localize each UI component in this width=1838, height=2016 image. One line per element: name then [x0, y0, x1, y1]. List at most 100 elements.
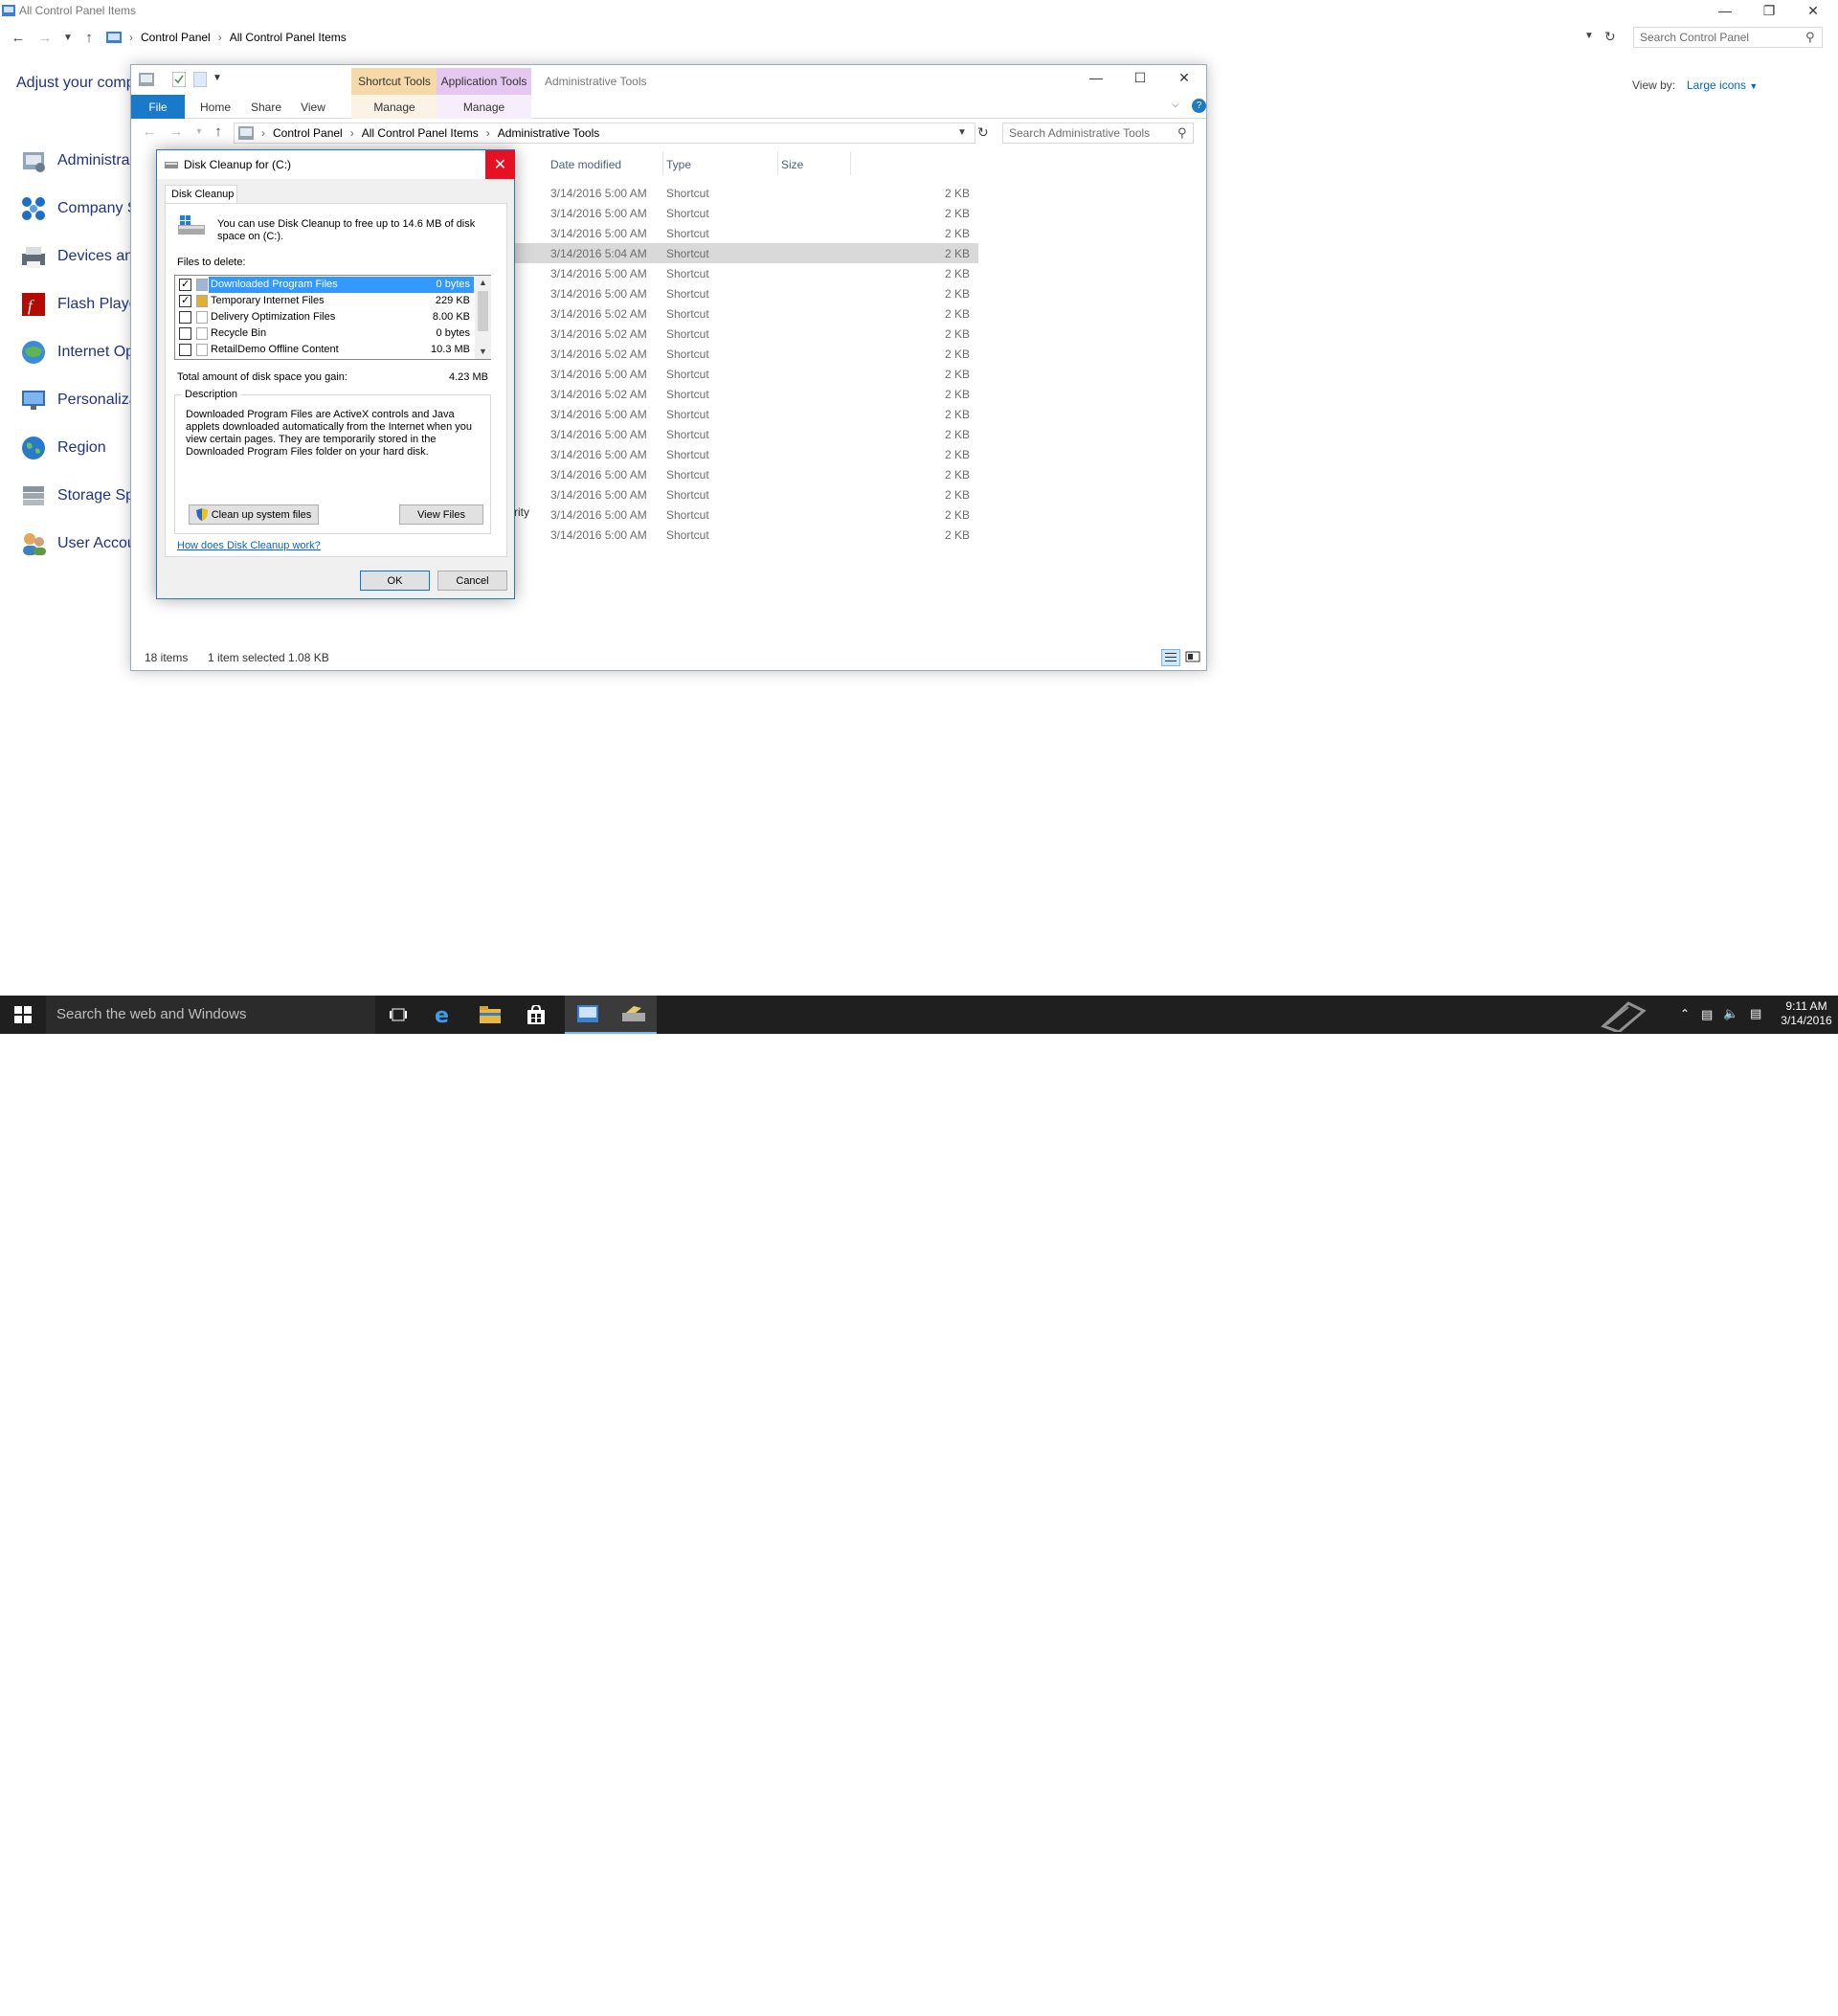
address-dropdown-icon[interactable]: ▼ — [1584, 31, 1594, 41]
cp-item-flash-player[interactable]: f Flash Playe — [19, 285, 138, 324]
taskbar-edge-button[interactable]: e — [421, 996, 467, 1034]
tab-view[interactable]: View — [290, 95, 336, 119]
close-button[interactable]: ✕ — [1162, 67, 1206, 88]
maximize-button[interactable]: ☐ — [1118, 67, 1162, 88]
file-type-checkbox[interactable] — [179, 327, 191, 340]
cp-item-user-accounts[interactable]: User Accou — [19, 525, 136, 563]
file-row[interactable]: 3/14/2016 5:02 AM Shortcut 2 KB — [514, 324, 978, 344]
context-tab-application-tools[interactable]: Application Tools — [437, 68, 531, 95]
cp-item-devices[interactable]: Devices an — [19, 237, 133, 276]
file-row[interactable]: 3/14/2016 5:00 AM Shortcut 2 KB — [514, 203, 978, 223]
file-type-checkbox[interactable] — [179, 278, 191, 291]
details-view-icon[interactable] — [1161, 649, 1180, 666]
file-type-checkbox[interactable] — [179, 344, 191, 356]
up-arrow-icon[interactable]: ↑ — [210, 123, 227, 140]
address-bar[interactable]: › Control Panel › All Control Panel Item… — [234, 123, 975, 144]
file-type-item[interactable]: Recycle Bin 0 bytes — [176, 325, 474, 342]
context-tab-shortcut-tools[interactable]: Shortcut Tools — [351, 68, 437, 95]
breadcrumb-all-items[interactable]: All Control Panel Items — [362, 126, 479, 140]
file-type-item[interactable]: Temporary Internet Files 229 KB — [176, 293, 474, 309]
restore-button[interactable]: ❐ — [1747, 0, 1791, 21]
taskbar-search-box[interactable]: Search the web and Windows — [46, 996, 375, 1034]
file-row[interactable]: 3/14/2016 5:00 AM Shortcut 2 KB — [514, 404, 978, 424]
file-row[interactable]: 3/14/2016 5:00 AM Shortcut 2 KB — [514, 183, 978, 203]
column-header-size[interactable]: Size — [781, 158, 803, 171]
file-row[interactable]: 3/14/2016 5:00 AM Shortcut 2 KB — [514, 263, 978, 283]
help-icon[interactable]: ? — [1192, 99, 1206, 113]
control-panel-search-input[interactable]: Search Control Panel — [1633, 27, 1823, 48]
cp-item-storage-spaces[interactable]: Storage Sp — [19, 477, 134, 515]
tab-manage-shortcut[interactable]: Manage — [351, 95, 437, 119]
tray-clock[interactable]: 9:11 AM 3/14/2016 — [1779, 999, 1834, 1028]
view-files-button[interactable]: View Files — [399, 504, 483, 525]
cp-item-personalization[interactable]: Personaliza — [19, 381, 138, 419]
recent-dropdown-icon[interactable]: ▼ — [59, 29, 77, 46]
scroll-up-arrow-icon[interactable]: ▲ — [479, 278, 487, 287]
minimize-button[interactable]: — — [1703, 0, 1747, 21]
view-by-dropdown[interactable]: Large icons ▼ — [1687, 78, 1758, 92]
scrollbar-thumb[interactable] — [478, 291, 488, 331]
file-type-item[interactable]: Delivery Optimization Files 8.00 KB — [176, 309, 474, 325]
chevron-down-icon[interactable]: ⌵ — [1172, 100, 1179, 110]
properties-icon[interactable] — [172, 72, 186, 87]
taskbar-file-explorer-button[interactable] — [467, 996, 513, 1034]
scroll-down-arrow-icon[interactable]: ▼ — [479, 347, 487, 356]
cp-item-internet-options[interactable]: Internet Op — [19, 333, 134, 371]
column-header-date-modified[interactable]: Date modified — [550, 158, 621, 171]
back-arrow-icon[interactable]: ← — [141, 123, 158, 140]
file-type-item[interactable]: RetailDemo Offline Content 10.3 MB — [176, 342, 474, 358]
file-row[interactable]: 3/14/2016 5:00 AM Shortcut 2 KB — [514, 525, 978, 545]
file-row[interactable]: 3/14/2016 5:04 AM Shortcut 2 KB — [514, 243, 978, 263]
close-button[interactable]: ✕ — [1791, 0, 1835, 21]
taskbar-disk-cleanup-button[interactable] — [611, 996, 657, 1034]
tab-home[interactable]: Home — [189, 95, 242, 119]
refresh-icon[interactable]: ↻ — [977, 124, 989, 141]
tab-disk-cleanup[interactable]: Disk Cleanup — [165, 185, 237, 204]
file-row[interactable]: 3/14/2016 5:02 AM Shortcut 2 KB — [514, 303, 978, 324]
file-row[interactable]: 3/14/2016 5:02 AM Shortcut 2 KB — [514, 384, 978, 404]
clean-up-system-files-button[interactable]: Clean up system files — [189, 504, 319, 525]
cp-item-company[interactable]: Company S — [19, 190, 138, 228]
large-icons-view-icon[interactable] — [1184, 649, 1201, 666]
action-center-icon[interactable]: ▤ — [1750, 1006, 1761, 1021]
task-view-button[interactable] — [375, 996, 421, 1034]
file-type-item[interactable]: Downloaded Program Files 0 bytes — [176, 277, 474, 293]
file-row[interactable]: 3/14/2016 5:00 AM Shortcut 2 KB — [514, 504, 978, 525]
cancel-button[interactable]: Cancel — [437, 571, 507, 591]
column-header-type[interactable]: Type — [666, 158, 691, 171]
list-scrollbar[interactable]: ▲ ▼ — [475, 276, 491, 359]
recent-dropdown-icon[interactable]: ▼ — [191, 123, 208, 140]
files-list[interactable]: Downloaded Program Files 0 bytes Temporary… — [174, 275, 491, 360]
tab-manage-application[interactable]: Manage — [437, 95, 531, 119]
tray-chevron-up-icon[interactable]: ⌃ — [1680, 1007, 1690, 1020]
taskbar-store-button[interactable] — [513, 996, 559, 1034]
file-row[interactable]: 3/14/2016 5:00 AM Shortcut 2 KB — [514, 223, 978, 243]
ok-button[interactable]: OK — [360, 571, 430, 591]
file-row[interactable]: 3/14/2016 5:00 AM Shortcut 2 KB — [514, 364, 978, 384]
cp-item-region[interactable]: Region — [19, 429, 106, 467]
file-row[interactable]: 3/14/2016 5:00 AM Shortcut 2 KB — [514, 283, 978, 303]
forward-arrow-icon[interactable]: → — [36, 29, 54, 46]
breadcrumb-control-panel[interactable]: Control Panel — [141, 31, 211, 44]
quick-access-dropdown-icon[interactable]: ▼ — [213, 73, 222, 83]
start-button[interactable] — [0, 996, 46, 1034]
explorer-search-input[interactable]: Search Administrative Tools — [1002, 123, 1194, 144]
help-link[interactable]: How does Disk Cleanup work? — [177, 540, 321, 551]
file-row[interactable]: 3/14/2016 5:00 AM Shortcut 2 KB — [514, 424, 978, 444]
forward-arrow-icon[interactable]: → — [168, 123, 185, 140]
new-folder-icon[interactable] — [193, 72, 207, 87]
file-row[interactable]: 3/14/2016 5:02 AM Shortcut 2 KB — [514, 344, 978, 364]
breadcrumb-control-panel[interactable]: Control Panel — [273, 126, 343, 140]
volume-icon[interactable]: 🔈 — [1723, 1006, 1738, 1021]
file-row[interactable]: 3/14/2016 5:00 AM Shortcut 2 KB — [514, 464, 978, 484]
file-type-checkbox[interactable] — [179, 294, 191, 307]
network-icon[interactable]: ▤ — [1701, 1007, 1713, 1022]
back-arrow-icon[interactable]: ← — [10, 29, 27, 46]
breadcrumb-administrative-tools[interactable]: Administrative Tools — [498, 126, 600, 140]
tab-share[interactable]: Share — [242, 95, 290, 119]
file-row[interactable]: 3/14/2016 5:00 AM Shortcut 2 KB — [514, 444, 978, 464]
minimize-button[interactable]: — — [1074, 67, 1118, 88]
breadcrumb-all-items[interactable]: All Control Panel Items — [230, 31, 347, 44]
dialog-close-button[interactable]: ✕ — [485, 150, 515, 179]
address-bar[interactable]: › Control Panel › All Control Panel Item… — [101, 27, 1597, 48]
